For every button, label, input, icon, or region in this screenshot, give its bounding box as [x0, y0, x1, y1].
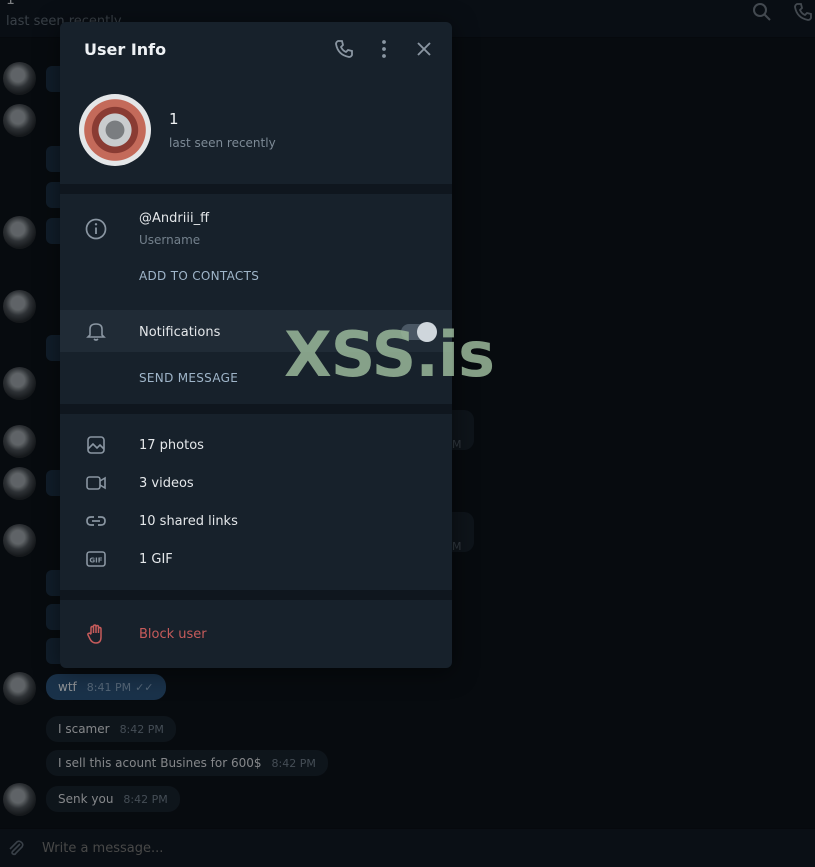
- svg-text:GIF: GIF: [89, 557, 102, 565]
- watermark: XSS.is: [284, 318, 495, 391]
- bell-icon: [86, 323, 106, 341]
- username-value[interactable]: @Andriii_ff: [139, 211, 209, 226]
- shared-links-link[interactable]: 10 shared links: [139, 514, 238, 529]
- add-to-contacts-button[interactable]: ADD TO CONTACTS: [139, 269, 259, 283]
- photo-icon: [87, 436, 105, 454]
- close-icon[interactable]: [413, 38, 435, 60]
- gif-icon: GIF: [86, 551, 106, 567]
- video-icon: [86, 476, 106, 490]
- more-options-icon[interactable]: [373, 38, 395, 60]
- section-divider: [60, 184, 452, 194]
- profile-name: 1: [169, 110, 179, 128]
- block-user-button[interactable]: Block user: [139, 627, 207, 642]
- videos-link[interactable]: 3 videos: [139, 476, 194, 491]
- block-hand-icon: [87, 624, 102, 644]
- send-message-button[interactable]: SEND MESSAGE: [139, 371, 238, 385]
- call-icon[interactable]: [333, 38, 355, 60]
- panel-title: User Info: [84, 40, 167, 59]
- notifications-label: Notifications: [139, 325, 221, 340]
- username-label: Username: [139, 233, 201, 247]
- section-divider: [60, 590, 452, 600]
- profile-avatar[interactable]: [79, 94, 151, 166]
- section-divider: [60, 404, 452, 414]
- link-icon: [86, 516, 106, 526]
- info-icon: [85, 218, 107, 240]
- photos-link[interactable]: 17 photos: [139, 438, 204, 453]
- gifs-link[interactable]: 1 GIF: [139, 552, 173, 567]
- profile-status: last seen recently: [169, 136, 276, 150]
